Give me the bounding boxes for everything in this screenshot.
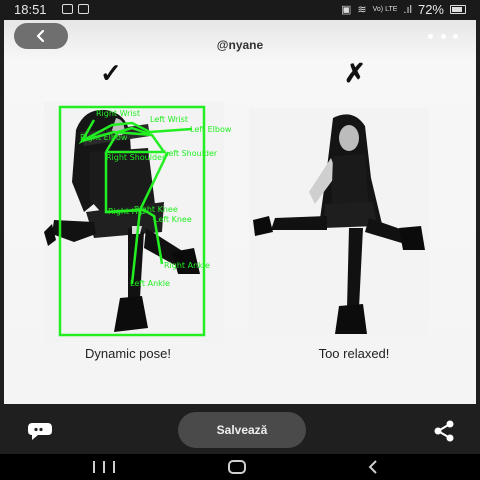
battery-icon [450, 5, 466, 14]
dynamic-pose-photo [44, 102, 224, 342]
check-mark: ✓ [100, 58, 122, 88]
more-options-button[interactable] [428, 28, 458, 44]
x-mark: ✗ [344, 58, 366, 88]
alarm-icon: ▣ [341, 4, 352, 16]
action-bar: Salvează [0, 404, 480, 454]
status-time: 18:51 [14, 2, 47, 17]
comment-button[interactable] [26, 420, 54, 442]
status-bar: 18:51 ▣ ≋ Vo) LTE .ıl 72% [0, 0, 480, 20]
wifi-icon: ≋ [357, 4, 367, 16]
more-dots-icon [428, 33, 433, 39]
author-handle[interactable]: @nyane [4, 38, 476, 52]
post-content: @nyane ✓ ✗ Right Wrist Left Wrist Left E… [4, 20, 476, 404]
signal-icon: .ıl [403, 3, 412, 16]
dynamic-pose-caption: Dynamic pose! [85, 346, 171, 361]
network-label: Vo) LTE [372, 6, 398, 13]
save-button[interactable]: Salvează [178, 412, 306, 448]
app-screen: 18:51 ▣ ≋ Vo) LTE .ıl 72% @nyane ✓ ✗ Rig… [0, 0, 480, 480]
relaxed-pose-photo [249, 108, 429, 338]
notification-icon [78, 4, 89, 14]
comment-icon [28, 423, 52, 440]
notification-icons [62, 4, 89, 14]
system-nav-bar [0, 454, 480, 480]
battery-level: 72% [417, 2, 444, 17]
message-icon [62, 4, 73, 14]
recent-apps-button[interactable] [93, 461, 115, 473]
status-right: ▣ ≋ Vo) LTE .ıl 72% [341, 2, 466, 17]
nav-back-icon [368, 460, 377, 474]
nav-back-button[interactable] [366, 459, 380, 475]
share-button[interactable] [432, 420, 456, 442]
home-button[interactable] [228, 460, 246, 474]
share-icon [434, 420, 454, 442]
relaxed-pose-caption: Too relaxed! [318, 346, 390, 361]
